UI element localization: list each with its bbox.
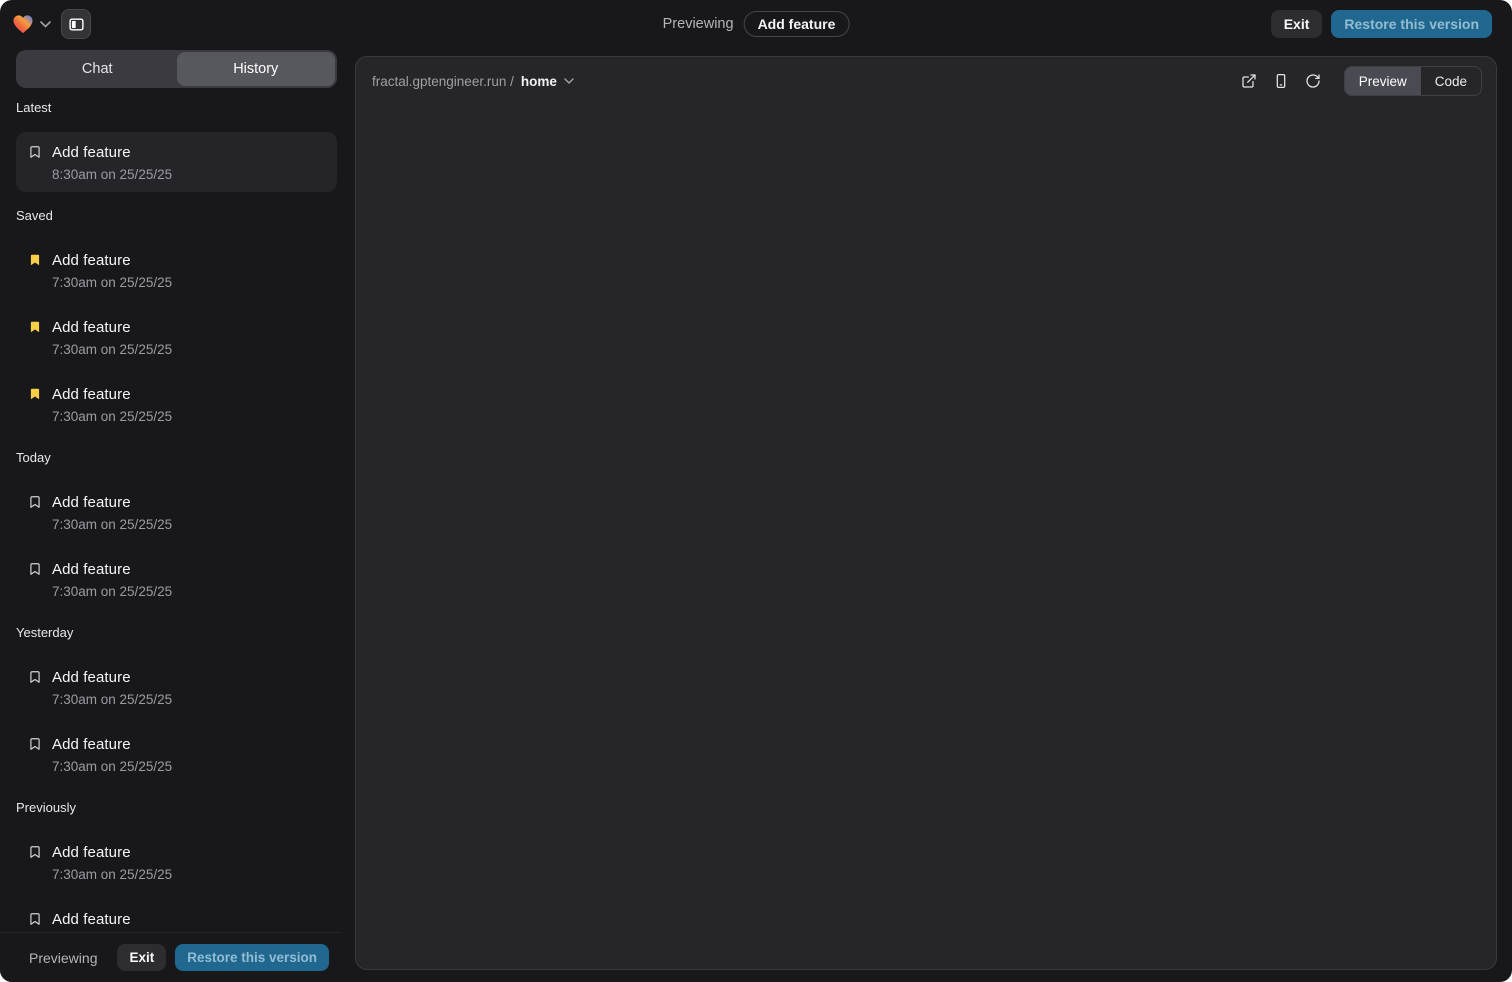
sidebar-toggle-button[interactable] (61, 9, 91, 39)
bookmark-icon (28, 144, 42, 160)
chevron-down-icon (564, 78, 574, 84)
section-title: Saved (16, 208, 337, 224)
history-item-title: Add feature (52, 144, 131, 161)
history-item[interactable]: Add feature 7:30am on 25/25/25 (16, 724, 337, 784)
bookmark-icon (28, 494, 42, 510)
history-item-time: 7:30am on 25/25/25 (52, 584, 325, 600)
history-item-title: Add feature (52, 386, 131, 403)
tab-history[interactable]: History (177, 52, 336, 86)
history-item-title: Add feature (52, 911, 131, 928)
history-item-title: Add feature (52, 319, 131, 336)
open-external-button[interactable] (1236, 68, 1262, 94)
history-item-time: 7:30am on 25/25/25 (52, 342, 325, 358)
view-toggle: Preview Code (1344, 66, 1482, 96)
history-item-time: 7:30am on 25/25/25 (52, 759, 325, 775)
logo-menu[interactable] (12, 14, 51, 34)
version-badge: Add feature (744, 11, 850, 37)
history-item[interactable]: Add feature 7:30am on 25/25/25 (16, 549, 337, 609)
smartphone-icon (1273, 73, 1289, 89)
restore-version-button[interactable]: Restore this version (1331, 10, 1492, 38)
history-item-title: Add feature (52, 252, 131, 269)
section-title: Yesterday (16, 625, 337, 641)
bookmark-filled-icon (28, 252, 42, 268)
bookmark-icon (28, 736, 42, 752)
top-actions: Exit Restore this version (1271, 10, 1492, 38)
refresh-icon (1305, 73, 1321, 89)
history-item[interactable]: Add feature 8:30am on 25/25/25 (16, 132, 337, 192)
section-title: Today (16, 450, 337, 466)
history-section-yesterday: Yesterday Add feature 7:30am on 25/25/25… (16, 625, 337, 784)
history-item-title: Add feature (52, 844, 131, 861)
preview-pane: fractal.gptengineer.run / home (355, 56, 1497, 970)
toggle-preview[interactable]: Preview (1345, 67, 1421, 95)
previewing-label: Previewing (29, 950, 97, 966)
history-item-title: Add feature (52, 736, 131, 753)
preview-status: Previewing Add feature (663, 0, 850, 48)
history-section-latest: Latest Add feature 8:30am on 25/25/25 (16, 100, 337, 192)
preview-pane-header: fractal.gptengineer.run / home (356, 57, 1496, 105)
preview-content (356, 105, 1496, 969)
bookmark-filled-icon (28, 319, 42, 335)
refresh-button[interactable] (1300, 68, 1326, 94)
section-title: Latest (16, 100, 337, 116)
exit-button[interactable]: Exit (1271, 10, 1323, 38)
bookmark-icon (28, 561, 42, 577)
device-preview-button[interactable] (1268, 68, 1294, 94)
sidebar-tabs: Chat History (16, 50, 337, 88)
exit-button[interactable]: Exit (117, 944, 166, 972)
history-item-time: 8:30am on 25/25/25 (52, 167, 325, 183)
history-item[interactable]: Add feature 7:30am on 25/25/25 (16, 240, 337, 300)
url-host: fractal.gptengineer.run / (372, 74, 514, 89)
app-window: Previewing Add feature Exit Restore this… (0, 0, 1512, 982)
previewing-label: Previewing (663, 16, 734, 32)
sidebar-footer: Previewing Exit Restore this version (0, 932, 341, 982)
top-bar: Previewing Add feature Exit Restore this… (0, 0, 1512, 48)
history-item-title: Add feature (52, 669, 131, 686)
restore-version-button[interactable]: Restore this version (175, 944, 329, 972)
history-item-time: 7:30am on 25/25/25 (52, 275, 325, 291)
history-item[interactable]: Add feature 7:30am on 25/25/25 (16, 657, 337, 717)
url-page: home (521, 74, 557, 89)
history-section-previously: Previously Add feature 7:30am on 25/25/2… (16, 800, 337, 932)
history-item-time: 7:30am on 25/25/25 (52, 517, 325, 533)
history-item[interactable]: Add feature 7:30am on 25/25/25 (16, 832, 337, 892)
chevron-down-icon (40, 21, 51, 28)
history-item-time: 7:30am on 25/25/25 (52, 409, 325, 425)
history-item[interactable]: Add feature 7:30am on 25/25/25 (16, 899, 337, 932)
preview-url-dropdown[interactable]: fractal.gptengineer.run / home (372, 74, 574, 89)
history-section-today: Today Add feature 7:30am on 25/25/25 Add… (16, 450, 337, 609)
toggle-code[interactable]: Code (1421, 67, 1481, 95)
history-section-saved: Saved Add feature 7:30am on 25/25/25 Add… (16, 208, 337, 434)
history-item[interactable]: Add feature 7:30am on 25/25/25 (16, 307, 337, 367)
history-item[interactable]: Add feature 7:30am on 25/25/25 (16, 374, 337, 434)
history-item-title: Add feature (52, 561, 131, 578)
bookmark-icon (28, 669, 42, 685)
bookmark-filled-icon (28, 386, 42, 402)
tab-chat[interactable]: Chat (18, 52, 177, 86)
external-link-icon (1241, 73, 1257, 89)
section-title: Previously (16, 800, 337, 816)
heart-icon (12, 14, 34, 34)
history-item-time: 7:30am on 25/25/25 (52, 692, 325, 708)
panel-left-icon (68, 16, 85, 33)
history-sidebar: Chat History Latest Add feature 8:30am o… (16, 48, 337, 982)
history-item[interactable]: Add feature 7:30am on 25/25/25 (16, 482, 337, 542)
history-item-time: 7:30am on 25/25/25 (52, 867, 325, 883)
bookmark-icon (28, 844, 42, 860)
bookmark-icon (28, 911, 42, 927)
history-list[interactable]: Latest Add feature 8:30am on 25/25/25 Sa… (16, 88, 337, 932)
preview-actions: Preview Code (1236, 66, 1482, 96)
history-item-title: Add feature (52, 494, 131, 511)
